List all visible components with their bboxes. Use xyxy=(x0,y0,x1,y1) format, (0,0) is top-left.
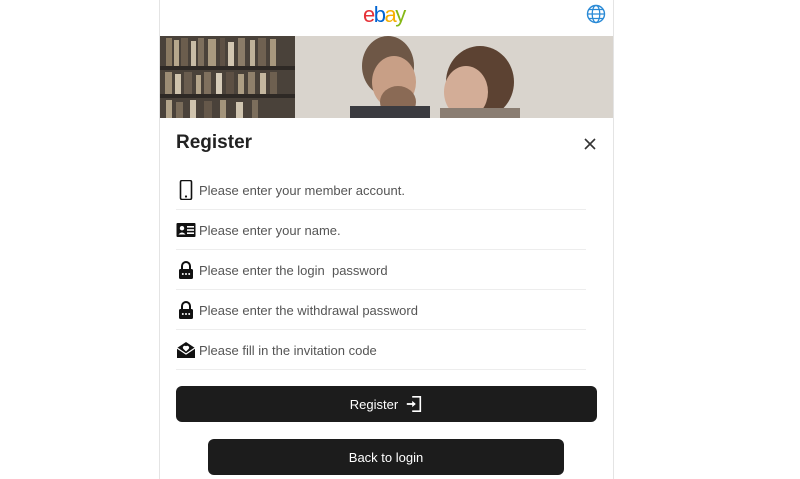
banner-image xyxy=(160,36,613,118)
login-password-input[interactable] xyxy=(199,256,579,284)
name-input[interactable] xyxy=(199,216,579,244)
ebay-logo: ebay xyxy=(363,2,406,28)
lock-icon xyxy=(179,261,193,279)
top-bar: ebay xyxy=(160,0,613,36)
logo-letter-b: b xyxy=(373,2,386,27)
phone-icon xyxy=(179,180,193,200)
register-button[interactable]: Register xyxy=(176,386,597,422)
logo-letter-a: a xyxy=(384,2,397,27)
withdrawal-password-input[interactable] xyxy=(199,296,579,324)
form-title: Register xyxy=(176,132,253,153)
register-form: Register Please enter your member accoun… xyxy=(160,118,613,479)
logo-letter-y: y xyxy=(395,2,406,27)
lock-icon xyxy=(179,301,193,319)
back-to-login-label: Back to login xyxy=(348,449,424,465)
withdrawal-password-field xyxy=(176,290,586,330)
name-field xyxy=(176,210,586,250)
invite-mail-icon xyxy=(176,342,196,358)
sign-in-icon xyxy=(407,395,422,413)
register-page: ebay Register Please enter your member a… xyxy=(159,0,614,479)
member-account-input[interactable] xyxy=(199,176,579,204)
register-button-label: Register xyxy=(349,396,399,412)
member-account-field xyxy=(176,170,586,210)
globe-icon[interactable] xyxy=(586,4,606,24)
back-to-login-button[interactable]: Back to login xyxy=(208,439,564,475)
close-icon[interactable] xyxy=(580,134,600,154)
id-card-icon xyxy=(176,223,196,237)
invitation-code-input[interactable] xyxy=(199,336,579,364)
invitation-code-field xyxy=(176,330,586,370)
login-password-field xyxy=(176,250,586,290)
logo-letter-e: e xyxy=(363,2,375,27)
couple-photo xyxy=(160,36,613,118)
